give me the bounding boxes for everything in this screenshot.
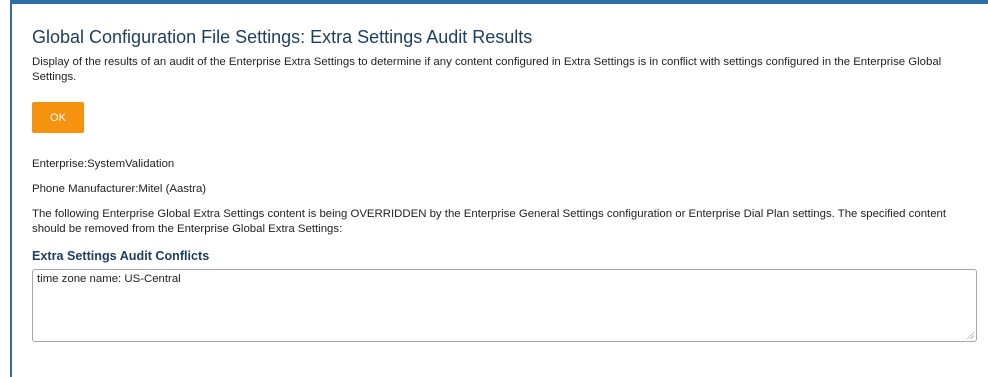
page-title: Global Configuration File Settings: Extr…	[32, 27, 533, 47]
conflicts-heading: Extra Settings Audit Conflicts	[32, 249, 210, 263]
conflicts-textarea[interactable]: time zone name: US-Central	[32, 269, 977, 342]
override-notice: The following Enterprise Global Extra Se…	[32, 208, 947, 235]
top-border	[10, 0, 988, 4]
page-description: Display of the results of an audit of th…	[32, 56, 942, 83]
audit-results-page: Global Configuration File Settings: Extr…	[0, 0, 988, 377]
main-content: Global Configuration File Settings: Extr…	[32, 26, 977, 342]
resize-grip-icon[interactable]	[966, 331, 974, 339]
ok-button[interactable]: OK	[32, 102, 84, 133]
phone-manufacturer-label: Phone Manufacturer:Mitel (Aastra)	[32, 183, 207, 195]
conflicts-box-wrapper: time zone name: US-Central	[32, 269, 977, 342]
left-border	[10, 0, 12, 377]
enterprise-label: Enterprise:SystemValidation	[32, 158, 175, 170]
